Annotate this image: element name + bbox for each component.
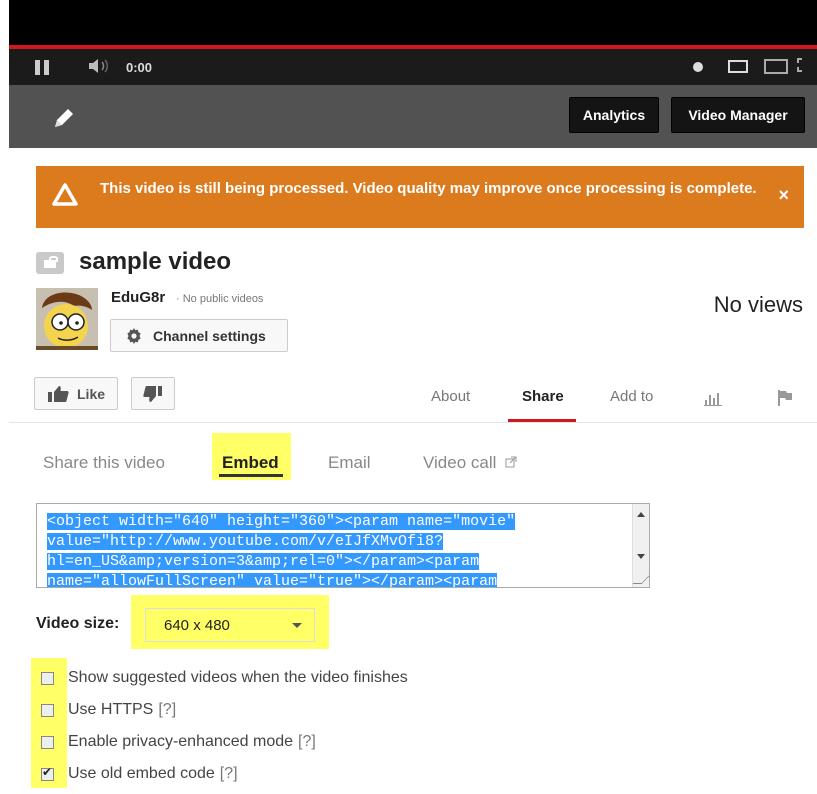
embed-code-textarea[interactable]: <object width="640" height="360"><param … (36, 503, 650, 588)
video-manager-button[interactable]: Video Manager (671, 97, 805, 133)
processing-notice: This video is still being processed. Vid… (36, 166, 804, 228)
flag-icon[interactable] (777, 389, 793, 407)
chevron-down-icon (292, 623, 302, 628)
video-size-label: Video size: (36, 615, 120, 632)
stats-icon[interactable] (704, 392, 722, 406)
lock-icon (36, 252, 64, 274)
checkbox[interactable] (41, 671, 54, 685)
small-player-icon[interactable] (728, 60, 748, 73)
video-player-area[interactable] (9, 0, 817, 45)
channel-meta: · No public videos (176, 293, 264, 305)
video-title: sample video (79, 248, 232, 275)
subtab-video-call-label: Video call (423, 453, 497, 472)
subtab-embed-indicator (219, 474, 283, 477)
tab-about[interactable]: About (431, 388, 470, 405)
subtab-share-this-video[interactable]: Share this video (43, 453, 165, 473)
view-count: No views (713, 292, 803, 317)
pause-icon[interactable] (35, 60, 49, 75)
thumbs-up-icon (48, 385, 69, 402)
divider (9, 422, 817, 423)
subtab-embed[interactable]: Embed (222, 453, 279, 473)
option-label: Enable privacy-enhanced mode (68, 733, 294, 750)
help-link[interactable]: [?] (298, 733, 316, 751)
scroll-up-icon[interactable] (637, 512, 645, 517)
option-label: Show suggested videos when the video fin… (68, 669, 408, 686)
watch-later-icon[interactable] (693, 62, 703, 72)
external-link-icon (505, 456, 517, 468)
checkbox-checked[interactable] (41, 765, 54, 781)
subtab-video-call[interactable]: Video call (423, 453, 517, 473)
channel-settings-label: Channel settings (153, 327, 266, 344)
notice-text: This video is still being processed. Vid… (100, 180, 757, 197)
subtab-email[interactable]: Email (328, 453, 371, 473)
fullscreen-icon[interactable] (795, 58, 805, 72)
gear-icon (127, 327, 141, 344)
channel-name[interactable]: EduG8r (111, 289, 165, 306)
pencil-icon[interactable] (51, 105, 77, 131)
like-button[interactable]: Like (34, 377, 118, 410)
option-label: Use HTTPS (68, 701, 154, 718)
time-display: 0:00 (126, 60, 153, 75)
close-icon[interactable]: × (778, 185, 789, 206)
video-size-value: 640 x 480 (164, 616, 230, 634)
owner-bar: Analytics Video Manager (9, 85, 817, 148)
volume-icon[interactable] (87, 57, 117, 77)
option-label: Use old embed code (68, 765, 215, 782)
tab-add-to[interactable]: Add to (610, 388, 653, 405)
embed-code-line: hl=en_US&amp;version=3&amp;rel=0"></para… (47, 553, 480, 570)
channel-settings-button[interactable]: Channel settings (110, 319, 288, 352)
help-link[interactable]: [?] (220, 765, 238, 783)
option-privacy-mode[interactable]: Enable privacy-enhanced mode [?] (41, 732, 316, 752)
option-use-https[interactable]: Use HTTPS [?] (41, 700, 176, 720)
like-label: Like (77, 385, 106, 402)
warning-icon (52, 183, 78, 212)
option-old-embed-code[interactable]: Use old embed code [?] (41, 764, 238, 784)
large-player-icon[interactable] (764, 59, 788, 74)
dislike-button[interactable] (131, 377, 175, 410)
checkbox[interactable] (41, 703, 54, 717)
embed-code-line: value="http://www.youtube.com/v/eIJfXMvO… (47, 533, 444, 550)
option-suggested-videos[interactable]: Show suggested videos when the video fin… (41, 668, 408, 688)
checkbox[interactable] (41, 735, 54, 749)
tab-share[interactable]: Share (522, 388, 564, 405)
thumbs-down-icon (143, 385, 162, 402)
help-link[interactable]: [?] (158, 701, 176, 719)
scroll-down-icon[interactable] (637, 554, 645, 559)
embed-code-text: <object width="640" height="360"><param … (47, 512, 627, 588)
embed-code-line: name="allowFullScreen" value="true"></pa… (47, 573, 498, 588)
embed-code-line: <object width="640" height="360"><param … (47, 513, 516, 530)
video-size-select[interactable]: 640 x 480 (145, 608, 315, 642)
player-controls: 0:00 (9, 49, 817, 85)
analytics-button[interactable]: Analytics (569, 97, 659, 133)
avatar[interactable] (36, 288, 98, 350)
